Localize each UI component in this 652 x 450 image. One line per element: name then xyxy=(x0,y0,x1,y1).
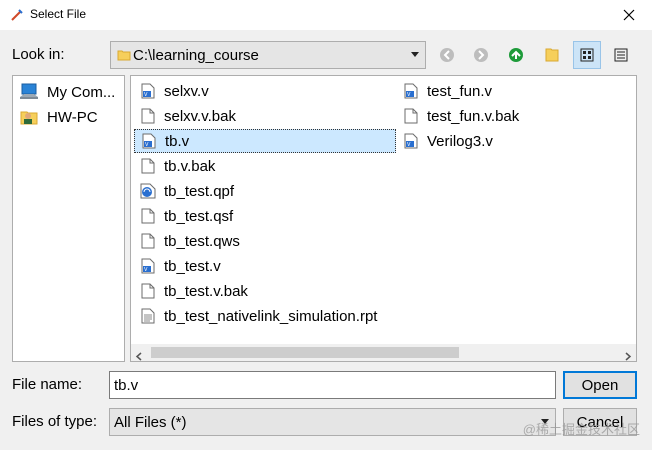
file-item-label: tb_test.qsf xyxy=(164,207,234,225)
new-folder-button[interactable] xyxy=(538,41,566,69)
file-item[interactable]: V Verilog3.v xyxy=(397,129,493,153)
sidebar-item-label: HW-PC xyxy=(47,108,98,126)
file-type-combo[interactable]: All Files (*) xyxy=(109,408,556,436)
back-button[interactable] xyxy=(433,41,461,69)
file-item-label: tb_test.v xyxy=(164,257,221,275)
look-in-label: Look in: xyxy=(12,46,65,63)
watermark-text: @稀土掘金技术社区 xyxy=(522,422,640,437)
app-icon xyxy=(10,8,24,22)
file-item[interactable]: Vtb.v xyxy=(134,129,396,153)
forward-arrow-icon xyxy=(474,48,488,62)
file-item[interactable]: Vtb_test.v xyxy=(134,254,221,278)
file-item-label: test_fun.v xyxy=(427,82,493,100)
svg-text:V: V xyxy=(144,267,148,273)
list-view-button[interactable] xyxy=(573,41,601,69)
user-folder-icon xyxy=(19,107,39,127)
new-folder-icon xyxy=(545,48,559,62)
blank-file-icon xyxy=(140,282,156,300)
file-item-label: tb_test.qpf xyxy=(164,182,235,200)
verilog-file-icon: V xyxy=(141,132,157,150)
file-item[interactable]: tb_test.v.bak xyxy=(134,279,248,303)
file-name-input[interactable] xyxy=(109,371,556,399)
up-folder-button[interactable] xyxy=(502,41,530,69)
verilog-file-icon: V xyxy=(140,82,156,100)
detail-view-icon xyxy=(614,48,628,62)
blank-file-icon xyxy=(140,157,156,175)
file-item-label: tb_test_nativelink_simulation.rpt xyxy=(164,307,378,325)
scroll-left-icon[interactable] xyxy=(135,348,143,361)
sidebar-item-hw-pc[interactable]: HW-PC xyxy=(19,106,98,128)
verilog-file-icon: V xyxy=(403,132,419,150)
file-item[interactable]: tb_test.qws xyxy=(134,229,240,253)
parent-folder-up-icon xyxy=(509,48,523,62)
file-list[interactable]: Vselxv.v selxv.v.bak Vtb.v tb.v.bak tb_test.… xyxy=(130,75,637,362)
file-name-label: File name: xyxy=(12,376,83,393)
open-button[interactable]: Open xyxy=(563,371,637,399)
blank-file-icon xyxy=(140,232,156,250)
svg-text:V: V xyxy=(407,142,411,148)
blank-file-icon xyxy=(140,107,156,125)
close-button[interactable] xyxy=(606,0,652,30)
file-item-label: tb.v.bak xyxy=(164,157,216,175)
file-item[interactable]: tb_test.qsf xyxy=(134,204,233,228)
svg-text:V: V xyxy=(407,92,411,98)
file-item[interactable]: tb.v.bak xyxy=(134,154,215,178)
scroll-right-icon[interactable] xyxy=(624,348,632,361)
back-arrow-icon xyxy=(440,48,454,62)
scrollbar-thumb[interactable] xyxy=(151,347,459,358)
file-item-label: tb_test.qws xyxy=(164,232,240,250)
file-item[interactable]: test_fun.v.bak xyxy=(397,104,519,128)
file-item-label: selxv.v.bak xyxy=(164,107,236,125)
file-item-label: selxv.v xyxy=(164,82,209,100)
blank-file-icon xyxy=(140,207,156,225)
look-in-combo[interactable]: C:\learning_course xyxy=(110,41,426,69)
svg-text:V: V xyxy=(144,92,148,98)
verilog-file-icon: V xyxy=(403,82,419,100)
chevron-down-icon[interactable] xyxy=(411,52,419,57)
title-bar: Select File xyxy=(0,0,652,30)
look-in-path: C:\learning_course xyxy=(133,47,259,64)
detail-view-button[interactable] xyxy=(607,41,635,69)
places-sidebar: My Com... HW-PC xyxy=(12,75,125,362)
computer-icon xyxy=(19,82,39,102)
file-item[interactable]: tb_test.qpf xyxy=(134,179,234,203)
file-item[interactable]: Vselxv.v xyxy=(134,79,209,103)
file-item-label: Verilog3.v xyxy=(427,132,493,150)
file-type-value: All Files (*) xyxy=(114,414,187,431)
list-view-icon xyxy=(580,48,594,62)
text-file-icon xyxy=(140,307,156,325)
file-item[interactable]: selxv.v.bak xyxy=(134,104,236,128)
sidebar-item-my-computer[interactable]: My Com... xyxy=(19,81,115,103)
close-icon xyxy=(623,9,635,21)
file-item-label: tb.v xyxy=(165,132,190,150)
folder-icon xyxy=(117,48,131,62)
file-item-label: tb_test.v.bak xyxy=(164,282,248,300)
forward-button[interactable] xyxy=(467,41,495,69)
window-title: Select File xyxy=(30,7,87,21)
verilog-file-icon: V xyxy=(140,257,156,275)
blank-file-icon xyxy=(403,107,419,125)
file-item[interactable]: tb_test_nativelink_simulation.rpt xyxy=(134,304,377,328)
svg-text:V: V xyxy=(145,142,149,148)
file-item-label: test_fun.v.bak xyxy=(427,107,520,125)
file-type-label: Files of type: xyxy=(12,413,98,430)
file-item[interactable]: Vtest_fun.v xyxy=(397,79,492,103)
horizontal-scrollbar[interactable] xyxy=(131,344,636,361)
quartus-project-icon xyxy=(140,182,156,200)
sidebar-item-label: My Com... xyxy=(47,83,116,101)
